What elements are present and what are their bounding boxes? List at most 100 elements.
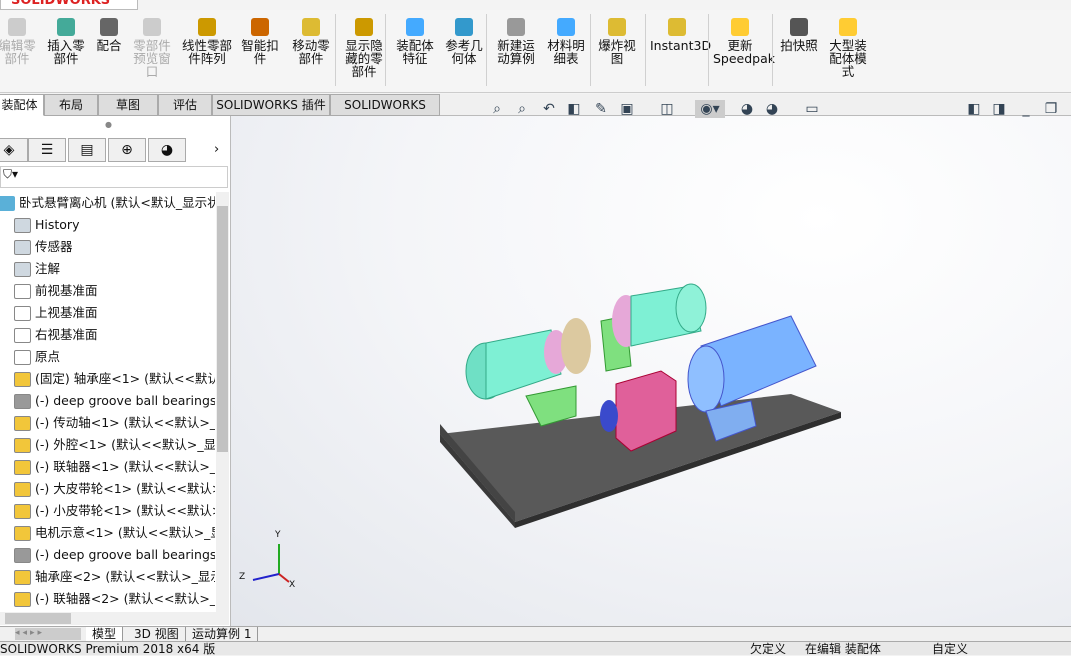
property-manager-tab[interactable]: ☰ [28, 138, 66, 162]
tree-item[interactable]: (-) 联轴器<2> (默认<<默认>_显示状态 [0, 588, 215, 610]
status-units[interactable]: 自定义 [932, 642, 968, 656]
ribbon-label: 材料明细表 [547, 38, 585, 66]
view-orientation-icon[interactable]: ▣ [618, 100, 636, 118]
ribbon-button-15[interactable]: 拍快照 [778, 18, 820, 52]
ribbon-icon [790, 18, 808, 36]
tree-vertical-scrollbar[interactable] [216, 192, 229, 612]
minimize-icon[interactable]: _ [1017, 100, 1035, 118]
ribbon-button-1[interactable]: 插入零部件 [45, 18, 87, 65]
tree-item[interactable]: 前视基准面 [0, 280, 215, 302]
tree-item-label: (-) deep groove ball bearings [35, 547, 215, 562]
ribbon-button-14[interactable]: 更新Speedpak [713, 18, 775, 65]
tree-item-label: (-) 大皮带轮<1> (默认<<默认>_显示状态 [35, 481, 215, 496]
ribbon-label: 爆炸视图 [598, 38, 636, 66]
tree-item[interactable]: (-) 小皮带轮<1> (默认<<默认>_显示状态 [0, 500, 215, 522]
tree-item[interactable]: 右视基准面 [0, 324, 215, 346]
small-pulley [600, 400, 618, 432]
ribbon-button-0[interactable]: 编辑零部件 [0, 18, 39, 65]
ribbon-label: 新建运动算例 [497, 38, 535, 66]
ribbon-label: 移动零部件 [292, 38, 330, 66]
tree-item[interactable]: 传感器 [0, 236, 215, 258]
part-icon [14, 592, 31, 607]
part-icon [14, 570, 31, 585]
section-view-icon[interactable]: ◧ [565, 100, 583, 118]
tree-item[interactable]: (-) deep groove ball bearings [0, 390, 215, 412]
tree-item[interactable]: 轴承座<2> (默认<<默认>_显示状态 [0, 566, 215, 588]
splitter-handle[interactable]: ● [105, 120, 112, 129]
tree-item[interactable]: 电机示意<1> (默认<<默认>_显示状态 [0, 522, 215, 544]
solidworks-logo[interactable]: SOLIDWORKS [0, 0, 138, 10]
edit-appearance-icon[interactable]: ◕ [738, 100, 756, 118]
bottom-tab[interactable]: 3D 视图 [128, 627, 186, 642]
ribbon-button-2[interactable]: 配合 [92, 18, 126, 52]
tree-item[interactable]: (-) 大皮带轮<1> (默认<<默认>_显示状态 [0, 478, 215, 500]
bottom-tab[interactable]: 模型 [86, 627, 124, 642]
ribbon-button-9[interactable]: 参考几何体 [443, 18, 485, 65]
tree-item[interactable]: (固定) 轴承座<1> (默认<<默认>_显示状态 [0, 368, 215, 390]
status-definition: 欠定义 [750, 642, 787, 656]
restore-icon[interactable]: ❐ [1042, 100, 1060, 118]
ribbon-button-6[interactable]: 移动零部件 [290, 18, 332, 65]
ribbon-button-16[interactable]: 大型装配体模式 [826, 18, 870, 78]
scrollbar-thumb[interactable] [5, 613, 71, 624]
tree-item-label: 右视基准面 [35, 327, 98, 342]
ribbon-button-5[interactable]: 智能扣件 [240, 18, 280, 65]
bottom-tab[interactable]: 运动算例 1 [186, 627, 259, 642]
ribbon-button-7[interactable]: 显示隐藏的零部件 [342, 18, 386, 78]
graphics-viewport[interactable]: Y Z X [231, 116, 1071, 626]
command-tab[interactable]: 布局 [44, 94, 98, 116]
command-tab[interactable]: 评估 [158, 94, 212, 116]
ribbon-button-10[interactable]: 新建运动算例 [494, 18, 538, 65]
tree-item-label: 电机示意<1> (默认<<默认>_显示状态 [35, 525, 215, 540]
ribbon-button-4[interactable]: 线性零部件阵列 [178, 18, 236, 65]
feature-manager-panel: ● ◈ ☰ ▤ ⊕ ◕ › ⛉▾ 卧式悬臂离心机 (默认<默认_显示状态 Hist… [0, 116, 231, 626]
assembly-model[interactable] [231, 116, 1071, 626]
view-settings-icon[interactable]: ▭ [803, 100, 821, 118]
feature-tree-tab[interactable]: ◈ [0, 138, 28, 162]
apply-scene-icon[interactable]: ◕ [763, 100, 781, 118]
command-tab[interactable]: 草图 [98, 94, 158, 116]
zoom-to-fit-icon[interactable]: ⌕ [488, 100, 506, 118]
ribbon-separator [645, 14, 646, 86]
filter-box[interactable]: ⛉▾ [0, 166, 228, 188]
ribbon-button-3[interactable]: 零部件预览窗口 [128, 18, 176, 78]
hide-show-items-icon[interactable]: ◉▾ [695, 100, 725, 118]
dynamic-annotation-icon[interactable]: ✎ [592, 100, 610, 118]
tab-scroll-arrows[interactable]: ◂◂▸▸ [15, 628, 81, 640]
tree-item[interactable]: (-) 传动轴<1> (默认<<默认>_显示状态 [0, 412, 215, 434]
tree-item-label: (固定) 轴承座<1> (默认<<默认>_显示状态 [35, 371, 215, 386]
ribbon-button-8[interactable]: 装配体特征 [393, 18, 437, 65]
command-tab[interactable]: SOLIDWORKS MBD [330, 94, 440, 132]
tree-item[interactable]: 原点 [0, 346, 215, 368]
ribbon-button-11[interactable]: 材料明细表 [546, 18, 586, 65]
tree-root[interactable]: 卧式悬臂离心机 (默认<默认_显示状态 [0, 192, 215, 214]
tree-item[interactable]: 上视基准面 [0, 302, 215, 324]
tree-item-label: 传感器 [35, 239, 73, 254]
panel-expand-chevron-icon[interactable]: › [214, 142, 219, 157]
tree-item[interactable]: History [0, 214, 215, 236]
ribbon-button-12[interactable]: 爆炸视图 [597, 18, 637, 65]
tree-horizontal-scrollbar[interactable] [0, 612, 229, 625]
triad-z-label: Z [239, 572, 246, 582]
command-tab[interactable]: SOLIDWORKS 插件 [212, 94, 330, 116]
tree-item[interactable]: (-) 联轴器<1> (默认<<默认>_显示状态 [0, 456, 215, 478]
previous-pane-icon[interactable]: ◧ [965, 100, 983, 118]
scrollbar-thumb[interactable] [217, 206, 228, 452]
plane-icon [14, 306, 31, 321]
display-manager-tab[interactable]: ◕ [148, 138, 186, 162]
dimxpert-tab[interactable]: ⊕ [108, 138, 146, 162]
ribbon-button-13[interactable]: Instant3D [650, 18, 711, 52]
command-tab[interactable]: 装配体 [0, 94, 44, 116]
tree-item[interactable]: (-) 外腔<1> (默认<<默认>_显示状态 [0, 434, 215, 456]
tree-item[interactable]: 注解 [0, 258, 215, 280]
next-pane-icon[interactable]: ◨ [990, 100, 1008, 118]
annotation-folder-icon [14, 262, 31, 277]
part-icon [14, 460, 31, 475]
zoom-to-area-icon[interactable]: ⌕ [513, 100, 531, 118]
configuration-manager-tab[interactable]: ▤ [68, 138, 106, 162]
ribbon-icon [100, 18, 118, 36]
tree-item[interactable]: (-) deep groove ball bearings [0, 544, 215, 566]
previous-view-icon[interactable]: ↶ [540, 100, 558, 118]
status-editing: 在编辑 装配体 [805, 642, 881, 656]
display-style-icon[interactable]: ◫ [658, 100, 676, 118]
